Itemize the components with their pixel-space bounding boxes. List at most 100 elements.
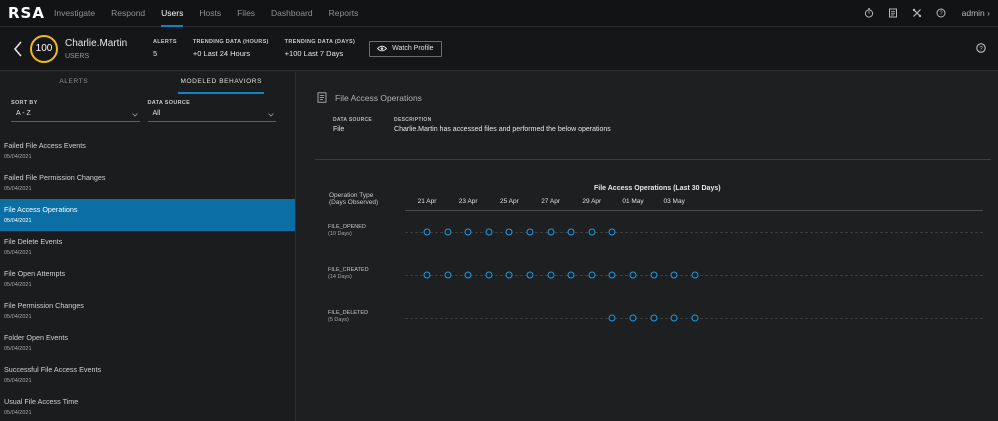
nav-files[interactable]: Files <box>237 0 255 27</box>
data-point[interactable] <box>567 271 575 279</box>
tab-modeled-behaviors-label: MODELED BEHAVIORS <box>178 72 264 94</box>
detail-data-source-value: File <box>333 126 345 133</box>
data-point[interactable] <box>464 228 472 236</box>
notes-icon[interactable] <box>888 8 898 18</box>
entity-header: 100 Charlie.Martin USERS ALERTS 5 TRENDI… <box>0 27 998 71</box>
x-tick-label: 25 Apr <box>499 198 519 205</box>
series-label: FILE_OPENED (10 Days) <box>328 224 366 238</box>
trending-days-stat: TRENDING DATA (DAYS) +100 Last 7 Days <box>285 39 355 58</box>
behavior-date: 05/04/2021 <box>4 154 32 160</box>
panel-tabs: ALERTS MODELED BEHAVIORS <box>0 72 296 94</box>
data-point[interactable] <box>608 228 616 236</box>
left-panel: ALERTS MODELED BEHAVIORS SORT BY A - Z D… <box>0 72 296 421</box>
nav-users[interactable]: Users <box>161 0 184 27</box>
data-point[interactable] <box>629 271 637 279</box>
data-point[interactable] <box>691 271 699 279</box>
data-point[interactable] <box>505 228 513 236</box>
behavior-date: 05/04/2021 <box>4 378 32 384</box>
behavior-list-item[interactable]: Usual File Access Time 05/04/2021 <box>0 391 295 421</box>
data-point[interactable] <box>464 271 472 279</box>
data-point[interactable] <box>608 314 616 322</box>
nav-reports[interactable]: Reports <box>329 0 359 27</box>
nav-investigate[interactable]: Investigate <box>54 0 95 27</box>
timer-icon[interactable] <box>864 8 874 18</box>
alerts-stat: ALERTS 5 <box>153 39 177 58</box>
admin-menu[interactable]: admin › <box>962 8 990 18</box>
tab-alerts[interactable]: ALERTS <box>0 72 148 92</box>
data-point[interactable] <box>588 228 596 236</box>
data-point[interactable] <box>670 271 678 279</box>
data-source-select[interactable]: All <box>147 110 276 122</box>
user-name: Charlie.Martin <box>65 37 128 49</box>
data-point[interactable] <box>650 314 658 322</box>
detail-title-text: File Access Operations <box>335 92 422 103</box>
data-point[interactable] <box>526 228 534 236</box>
eye-icon <box>377 45 388 52</box>
behavior-list-item[interactable]: Folder Open Events 05/04/2021 <box>0 327 295 359</box>
detail-description: DESCRIPTION Charlie.Martin has accessed … <box>394 117 611 133</box>
behavior-date: 05/04/2021 <box>4 410 32 416</box>
chart-y-label: Operation Type (Days Observed) <box>329 192 378 206</box>
help-circle-icon[interactable]: ? <box>936 8 946 18</box>
trending-hours-value: +0 Last 24 Hours <box>192 49 251 58</box>
watch-profile-button[interactable]: Watch Profile <box>369 40 442 57</box>
rsa-logo[interactable]: RSA <box>8 4 54 22</box>
behavior-date: 05/04/2021 <box>4 282 32 288</box>
tab-modeled-behaviors[interactable]: MODELED BEHAVIORS <box>148 72 296 94</box>
main-nav: Investigate Respond Users Hosts Files Dashboa… <box>54 0 374 27</box>
behavior-list: Failed File Access Events 05/04/2021 Faile… <box>0 135 295 421</box>
entity-identity: Charlie.Martin USERS <box>65 38 147 60</box>
nav-dashboard[interactable]: Dashboard <box>271 0 313 27</box>
behavior-name: Successful File Access Events <box>4 365 102 374</box>
data-point[interactable] <box>650 271 658 279</box>
trending-days-value: +100 Last 7 Days <box>284 49 344 58</box>
data-point[interactable] <box>670 314 678 322</box>
data-point[interactable] <box>588 271 596 279</box>
detail-description-value: Charlie.Martin has accessed files and pe… <box>394 126 611 133</box>
chevron-down-icon <box>268 112 274 119</box>
behavior-name: Failed File Permission Changes <box>4 173 106 182</box>
data-point[interactable] <box>547 271 555 279</box>
trending-hours-stat: TRENDING DATA (HOURS) +0 Last 24 Hours <box>193 39 269 58</box>
behavior-name: File Access Operations <box>4 205 78 214</box>
data-point[interactable] <box>423 271 431 279</box>
data-point[interactable] <box>444 228 452 236</box>
data-point[interactable] <box>423 228 431 236</box>
sort-by-value: A - Z <box>16 110 31 117</box>
behavior-list-item[interactable]: File Access Operations 05/04/2021 <box>0 199 295 231</box>
data-source-value: All <box>152 110 161 117</box>
chevron-down-icon <box>131 112 138 119</box>
data-point[interactable] <box>691 314 699 322</box>
nav-respond[interactable]: Respond <box>111 0 145 27</box>
data-point[interactable] <box>567 228 575 236</box>
behavior-list-item[interactable]: File Delete Events 05/04/2021 <box>0 231 295 263</box>
behavior-list-item[interactable]: Successful File Access Events 05/04/2021 <box>0 359 295 391</box>
data-point[interactable] <box>485 228 493 236</box>
filters: SORT BY A - Z DATA SOURCE All <box>0 92 295 126</box>
behavior-date: 05/04/2021 <box>4 250 32 256</box>
data-point[interactable] <box>526 271 534 279</box>
tools-icon[interactable] <box>912 8 922 18</box>
data-point[interactable] <box>629 314 637 322</box>
behavior-list-item[interactable]: File Open Attempts 05/04/2021 <box>0 263 295 295</box>
data-point[interactable] <box>485 271 493 279</box>
sort-by-select[interactable]: A - Z <box>11 110 140 122</box>
behavior-date: 05/04/2021 <box>4 314 32 320</box>
data-point[interactable] <box>444 271 452 279</box>
behavior-list-item[interactable]: File Permission Changes 05/04/2021 <box>0 295 295 327</box>
data-point[interactable] <box>505 271 513 279</box>
detail-title: File Access Operations <box>317 92 422 103</box>
behavior-list-item[interactable]: Failed File Access Events 05/04/2021 <box>0 135 295 167</box>
detail-description-label: DESCRIPTION <box>394 117 432 123</box>
x-tick-label: 01 May <box>622 198 644 205</box>
behavior-date: 05/04/2021 <box>4 186 32 192</box>
help-icon[interactable]: ? <box>976 43 986 56</box>
behavior-list-item[interactable]: Failed File Permission Changes 05/04/2021 <box>0 167 295 199</box>
data-point[interactable] <box>608 271 616 279</box>
behavior-name: File Delete Events <box>4 237 63 246</box>
x-tick-label: 27 Apr <box>541 198 560 205</box>
data-point[interactable] <box>547 228 555 236</box>
nav-hosts[interactable]: Hosts <box>199 0 221 27</box>
back-chevron-icon[interactable] <box>12 40 24 58</box>
detail-panel: File Access Operations DATA SOURCE File … <box>297 72 998 421</box>
